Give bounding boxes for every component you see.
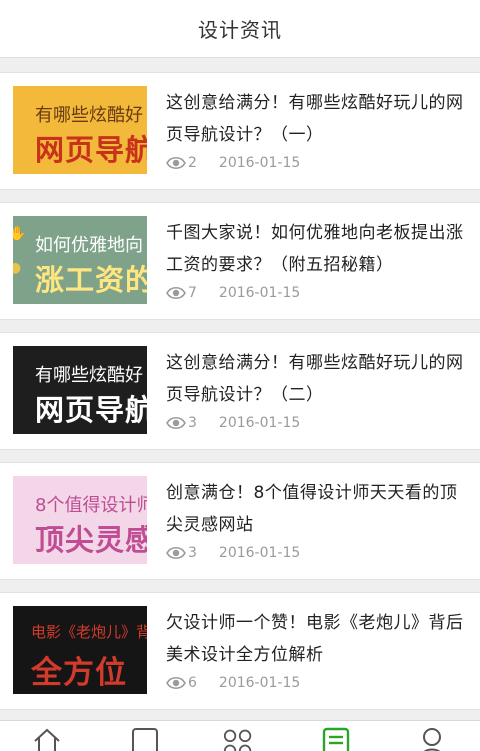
publish-date: 2016-01-15 — [218, 415, 301, 431]
grid-icon[interactable] — [223, 727, 253, 751]
article-card[interactable]: 8个值得设计师 顶尖灵感 创意满仓！8个值得设计师天天看的顶尖灵感网站 3 20… — [0, 462, 480, 580]
thumbnail-line-2: 网页导航 — [35, 133, 147, 167]
article-thumbnail: 8个值得设计师 顶尖灵感 — [13, 476, 147, 564]
article-meta: 6 2016-01-15 — [166, 673, 300, 693]
eye-icon — [166, 416, 186, 430]
publish-date: 2016-01-15 — [218, 155, 301, 171]
view-count: 3 — [188, 415, 197, 431]
user-icon[interactable] — [419, 727, 449, 751]
article-title[interactable]: 这创意给满分！有哪些炫酷好玩儿的网页导航设计？（二） — [166, 347, 470, 411]
news-icon[interactable] — [321, 727, 351, 751]
publish-date: 2016-01-15 — [218, 675, 301, 691]
article-meta: 7 2016-01-15 — [166, 283, 300, 303]
coin-decoration-icon: ✋ — [13, 226, 27, 242]
thumbnail-line-2: 网页导航 — [35, 393, 147, 427]
page-icon[interactable] — [130, 727, 160, 751]
article-meta: 3 2016-01-15 — [166, 413, 300, 433]
publish-date: 2016-01-15 — [218, 285, 301, 301]
top-bar: 设计资讯 — [0, 0, 480, 58]
thumbnail-line-1: 有哪些炫酷好 — [35, 105, 143, 126]
page-title: 设计资讯 — [198, 18, 282, 42]
view-count: 2 — [188, 155, 197, 171]
article-card[interactable]: 有哪些炫酷好 网页导航 这创意给满分！有哪些炫酷好玩儿的网页导航设计？（二） 3… — [0, 332, 480, 450]
eye-icon — [166, 286, 186, 300]
coin-decoration-icon: ● — [13, 260, 22, 276]
article-card[interactable]: ✋ ● 如何优雅地向 涨工资的 千图大家说！如何优雅地向老板提出涨工资的要求？（… — [0, 202, 480, 320]
eye-icon — [166, 546, 186, 560]
view-count: 6 — [188, 675, 197, 691]
view-count: 3 — [188, 545, 197, 561]
article-card[interactable]: 有哪些炫酷好 网页导航 这创意给满分！有哪些炫酷好玩儿的网页导航设计？（一） 2… — [0, 72, 480, 190]
article-card[interactable]: 电影《老炮儿》背 全方位 欠设计师一个赞！电影《老炮儿》背后美术设计全方位解析 … — [0, 592, 480, 710]
view-count: 7 — [188, 285, 197, 301]
article-title[interactable]: 创意满仓！8个值得设计师天天看的顶尖灵感网站 — [166, 477, 470, 541]
article-title[interactable]: 欠设计师一个赞！电影《老炮儿》背后美术设计全方位解析 — [166, 607, 470, 671]
article-meta: 2 2016-01-15 — [166, 153, 300, 173]
eye-icon — [166, 156, 186, 170]
article-title[interactable]: 千图大家说！如何优雅地向老板提出涨工资的要求？（附五招秘籍） — [166, 217, 470, 281]
bottom-tab-bar — [0, 720, 480, 751]
thumbnail-line-1: 如何优雅地向 — [35, 235, 143, 256]
article-thumbnail: 有哪些炫酷好 网页导航 — [13, 86, 147, 174]
thumbnail-line-2: 全方位 — [31, 655, 127, 691]
article-thumbnail: 电影《老炮儿》背 全方位 — [13, 606, 147, 694]
article-title[interactable]: 这创意给满分！有哪些炫酷好玩儿的网页导航设计？（一） — [166, 87, 470, 151]
thumbnail-line-2: 涨工资的 — [35, 263, 147, 297]
thumbnail-line-1: 电影《老炮儿》背 — [31, 623, 147, 641]
publish-date: 2016-01-15 — [218, 545, 301, 561]
article-meta: 3 2016-01-15 — [166, 543, 300, 563]
thumbnail-line-2: 顶尖灵感 — [35, 523, 147, 557]
thumbnail-line-1: 有哪些炫酷好 — [35, 365, 143, 386]
article-thumbnail: ✋ ● 如何优雅地向 涨工资的 — [13, 216, 147, 304]
article-thumbnail: 有哪些炫酷好 网页导航 — [13, 346, 147, 434]
home-icon[interactable] — [32, 727, 62, 751]
eye-icon — [166, 676, 186, 690]
thumbnail-line-1: 8个值得设计师 — [35, 495, 147, 516]
